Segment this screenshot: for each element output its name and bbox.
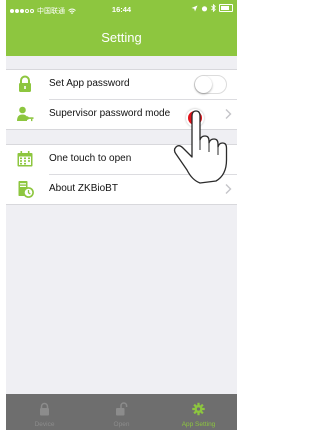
user-key-icon (17, 106, 34, 122)
navigation-bar: Setting (6, 20, 237, 56)
tab-bar: Device Open App Setting (6, 394, 237, 430)
bluetooth-icon (211, 4, 216, 12)
lock-icon (40, 402, 49, 416)
phone-screen: 中国联通 16:44 Setting Set App password Supe… (6, 0, 237, 430)
tab-label: Device (34, 421, 55, 428)
app-password-toggle[interactable] (194, 75, 227, 94)
settings-row-label: One touch to open (49, 153, 132, 164)
tab-label: Open (113, 421, 130, 428)
toggle-knob (195, 76, 212, 93)
settings-row-label: About ZKBioBT (49, 183, 118, 194)
pointing-hand-icon (173, 110, 228, 184)
settings-row-app-password[interactable]: Set App password (6, 70, 237, 99)
tab-label: App Setting (181, 421, 216, 428)
unlock-icon (116, 402, 128, 416)
tab-app-setting[interactable]: App Setting (160, 394, 237, 430)
lock-icon (19, 75, 31, 92)
tab-device[interactable]: Device (6, 394, 83, 430)
battery-icon (219, 4, 233, 12)
alarm-icon (201, 5, 208, 11)
calendar-icon (17, 151, 33, 167)
info-doc-icon (18, 181, 34, 198)
status-bar: 中国联通 16:44 (6, 0, 237, 20)
location-arrow-icon (191, 5, 198, 11)
gear-icon (192, 402, 205, 416)
status-icons (191, 4, 233, 12)
tab-open[interactable]: Open (83, 394, 160, 430)
settings-row-label: Supervisor password mode (49, 108, 171, 119)
settings-row-label: Set App password (49, 78, 130, 89)
page-title: Setting (101, 30, 142, 45)
